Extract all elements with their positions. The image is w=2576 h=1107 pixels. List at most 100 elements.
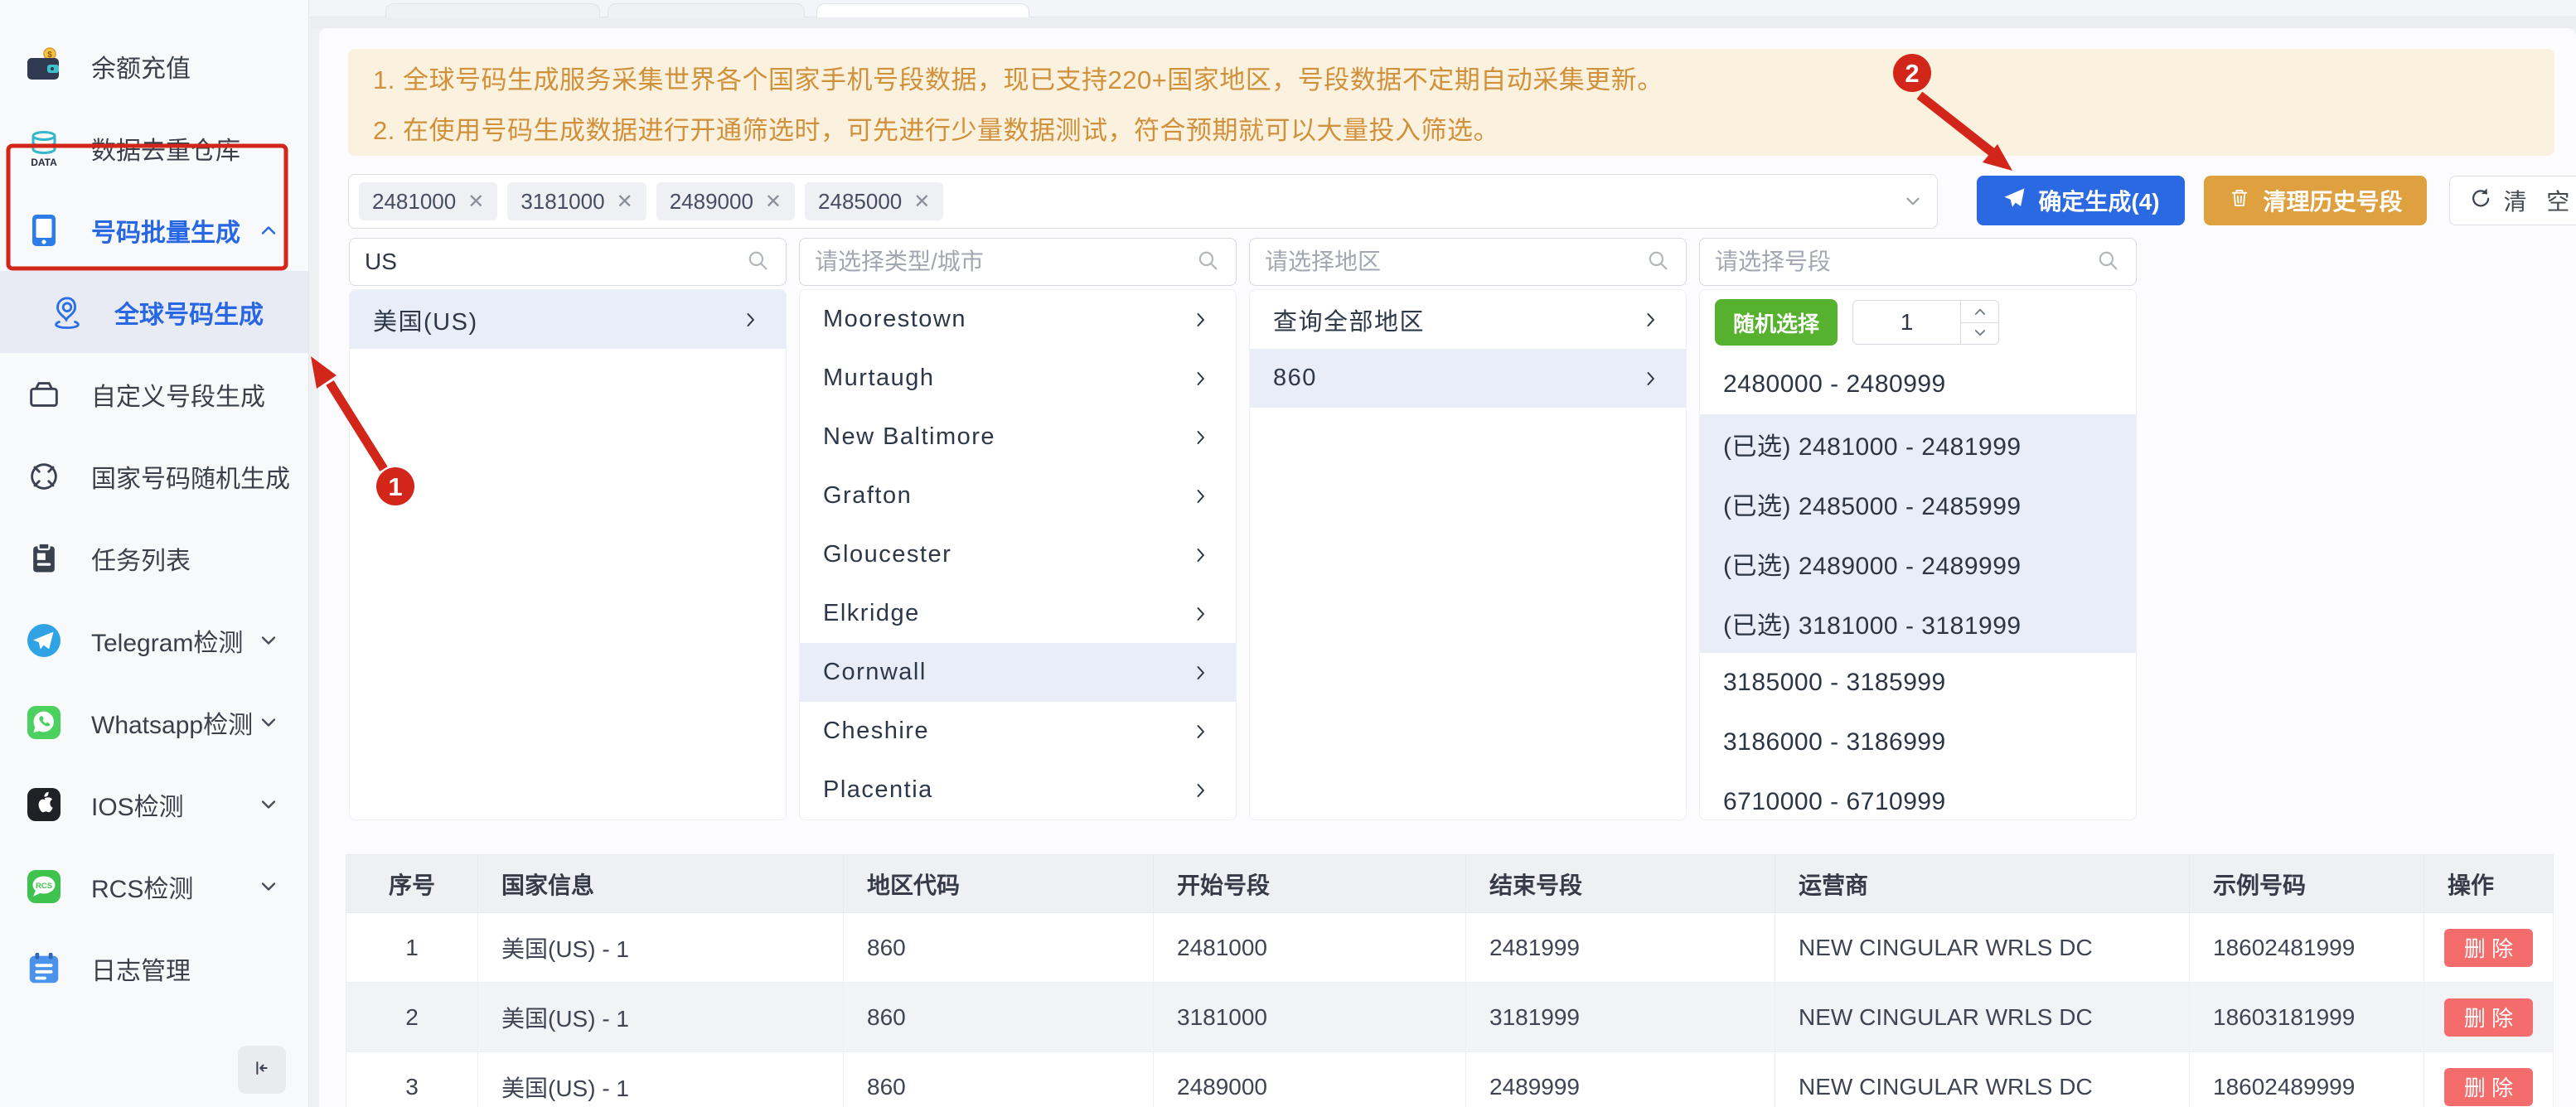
clear-button[interactable]: 清 空: [2449, 176, 2576, 225]
chevron-down-icon: [257, 793, 280, 816]
delete-button[interactable]: 删 除: [2444, 998, 2533, 1037]
segment-tag[interactable]: 2481000 ✕: [359, 182, 497, 220]
sidebar-item-label: RCS检测: [91, 868, 193, 905]
sidebar-item-whatsapp-check[interactable]: Whatsapp检测: [0, 681, 308, 763]
sidebar-item-label: 余额充值: [91, 48, 191, 85]
top-tabs-strip: [310, 0, 2576, 17]
sidebar-item-task-list[interactable]: 任务列表: [0, 517, 308, 599]
city-option-selected[interactable]: Cornwall: [800, 643, 1236, 702]
chevron-right-icon: [1189, 426, 1213, 449]
cell-index: 2: [346, 983, 478, 1052]
delete-button[interactable]: 删 除: [2444, 1068, 2533, 1106]
tag-remove-icon[interactable]: ✕: [765, 190, 782, 214]
tag-remove-icon[interactable]: ✕: [617, 190, 633, 214]
selected-segments-input[interactable]: 2481000 ✕ 3181000 ✕ 2489000 ✕ 2485000 ✕: [348, 174, 1938, 229]
sidebar-item-telegram-check[interactable]: Telegram检测: [0, 599, 308, 681]
sidebar-item-global-number-generation[interactable]: 全球号码生成: [0, 271, 308, 353]
segment-option[interactable]: 6710000 - 6710999: [1700, 772, 2136, 820]
area-option-label: 查询全部地区: [1273, 302, 1425, 337]
sidebar-item-batch-generation[interactable]: 号码批量生成: [0, 189, 308, 271]
sidebar-item-rcs-check[interactable]: RCS RCS检测: [0, 845, 308, 927]
segment-option[interactable]: 3186000 - 3186999: [1700, 713, 2136, 772]
segment-tag[interactable]: 2485000 ✕: [805, 182, 943, 220]
col-header-actions: 操作: [2424, 855, 2554, 913]
stepper-up-button[interactable]: [1961, 301, 1998, 323]
segment-tag-label: 2481000: [372, 189, 456, 215]
area-search-input[interactable]: [1265, 249, 1644, 275]
country-search-input[interactable]: [365, 249, 744, 275]
tab-stub-active[interactable]: [816, 3, 1029, 17]
city-option[interactable]: Elkridge: [800, 584, 1236, 643]
sidebar-item-ios-check[interactable]: IOS检测: [0, 763, 308, 845]
sidebar-collapse-button[interactable]: [238, 1046, 286, 1094]
city-option-label: Elkridge: [823, 600, 920, 627]
city-option[interactable]: Placentia: [800, 761, 1236, 819]
sidebar-item-label: 数据去重仓库: [91, 130, 240, 167]
area-list: 查询全部地区 860: [1249, 289, 1687, 820]
delete-button[interactable]: 删 除: [2444, 929, 2533, 967]
col-header-end-segment: 结束号段: [1466, 855, 1775, 913]
segment-search-box[interactable]: [1699, 238, 2137, 286]
svg-text:RCS: RCS: [36, 882, 52, 891]
sidebar-item-label: Whatsapp检测: [91, 704, 253, 741]
chevron-down-icon: [257, 629, 280, 652]
segment-option-selected[interactable]: (已选) 3181000 - 3181999: [1700, 593, 2136, 653]
country-option[interactable]: 美国(US): [350, 290, 786, 349]
country-search-box[interactable]: [349, 238, 787, 286]
city-option[interactable]: Grafton: [800, 466, 1236, 525]
refresh-icon: [2467, 186, 2492, 216]
segment-tag[interactable]: 3181000 ✕: [507, 182, 646, 220]
chevron-right-icon: [1189, 661, 1213, 684]
city-option-label: New Baltimore: [823, 423, 995, 451]
city-option[interactable]: Gloucester: [800, 525, 1236, 584]
clear-history-button[interactable]: 清理历史号段: [2204, 176, 2427, 225]
city-option[interactable]: New Baltimore: [800, 408, 1236, 466]
segment-option-label: 6710000 - 6710999: [1723, 788, 1946, 816]
chevron-down-icon[interactable]: [1902, 191, 1924, 212]
sidebar-item-custom-segment-generation[interactable]: 自定义号段生成: [0, 353, 308, 435]
random-count-stepper[interactable]: 1: [1852, 300, 1999, 345]
header-divider-band: [310, 17, 2576, 28]
tab-stub[interactable]: [385, 3, 600, 17]
tab-stub[interactable]: [608, 3, 805, 17]
stepper-value: 1: [1853, 301, 1960, 344]
table-row: 3 美国(US) - 1 860 2489000 2489999 NEW CIN…: [346, 1052, 2554, 1107]
sidebar-item-label: 自定义号段生成: [91, 376, 265, 413]
segment-option-selected[interactable]: (已选) 2489000 - 2489999: [1700, 534, 2136, 593]
sidebar-item-country-random-generation[interactable]: 国家号码随机生成: [0, 435, 308, 517]
area-option[interactable]: 查询全部地区: [1250, 290, 1686, 349]
segment-tag[interactable]: 2489000 ✕: [656, 182, 795, 220]
sidebar-item-log-management[interactable]: 日志管理: [0, 927, 308, 1009]
country-option-label: 美国(US): [373, 302, 478, 337]
city-option[interactable]: Murtaugh: [800, 349, 1236, 408]
area-search-box[interactable]: [1249, 238, 1687, 286]
global-number-generation-page: { "sidebar": { "items": [ {"label": "余额充…: [0, 0, 2576, 1107]
segment-option[interactable]: 2480000 - 2480999: [1700, 355, 2136, 414]
segment-option-selected[interactable]: (已选) 2485000 - 2485999: [1700, 474, 2136, 534]
segment-search-input[interactable]: [1715, 249, 2094, 275]
random-select-button[interactable]: 随机选择: [1715, 299, 1838, 346]
city-search-input[interactable]: [815, 249, 1194, 275]
area-option-selected[interactable]: 860: [1250, 349, 1686, 408]
chevron-right-icon: [739, 308, 763, 331]
segment-option-label: (已选) 2489000 - 2489999: [1723, 545, 2022, 582]
city-option[interactable]: Moorestown: [800, 290, 1236, 349]
sidebar-item-label: 国家号码随机生成: [91, 458, 290, 495]
city-search-box[interactable]: [799, 238, 1237, 286]
tag-remove-icon[interactable]: ✕: [467, 190, 484, 214]
random-select-label: 随机选择: [1733, 307, 1819, 338]
chevron-right-icon: [1189, 485, 1213, 508]
database-icon: DATA: [23, 128, 65, 169]
chevron-right-icon: [1639, 367, 1663, 390]
segment-option-selected[interactable]: (已选) 2481000 - 2481999: [1700, 414, 2136, 474]
confirm-generate-button[interactable]: 确定生成(4): [1977, 176, 2185, 225]
segment-option[interactable]: 3185000 - 3185999: [1700, 653, 2136, 713]
sidebar-item-data-dedup[interactable]: DATA 数据去重仓库: [0, 107, 308, 189]
sidebar-item-balance-recharge[interactable]: $ 余额充值: [0, 25, 308, 107]
stepper-down-button[interactable]: [1961, 323, 1998, 345]
cell-area-code: 860: [844, 913, 1154, 983]
tag-remove-icon[interactable]: ✕: [913, 190, 930, 214]
col-header-carrier: 运营商: [1775, 855, 2190, 913]
city-option[interactable]: Cheshire: [800, 702, 1236, 761]
search-icon: [1194, 247, 1221, 278]
